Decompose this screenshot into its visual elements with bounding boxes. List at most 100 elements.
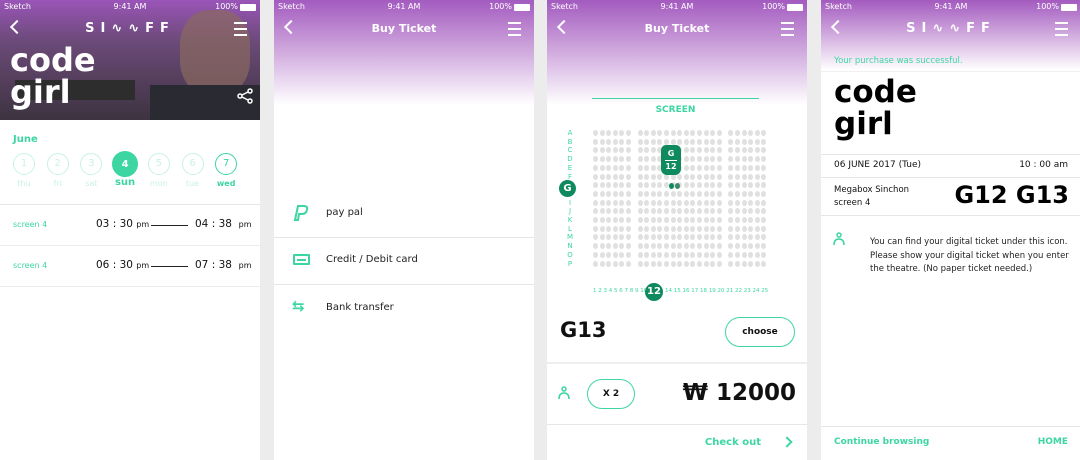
- seat[interactable]: [703, 208, 709, 215]
- seat[interactable]: [606, 251, 612, 258]
- seat[interactable]: [606, 147, 612, 154]
- seat[interactable]: [703, 130, 709, 136]
- seat[interactable]: [741, 199, 747, 206]
- seat[interactable]: [761, 147, 767, 154]
- seat[interactable]: [619, 147, 625, 154]
- seat[interactable]: [612, 260, 618, 267]
- seat[interactable]: [761, 217, 767, 223]
- seat[interactable]: [754, 182, 760, 189]
- seat[interactable]: [761, 156, 767, 163]
- seat[interactable]: [637, 130, 643, 136]
- seat[interactable]: [710, 190, 716, 197]
- seat[interactable]: [748, 130, 754, 136]
- seat[interactable]: [664, 251, 669, 258]
- seat[interactable]: [644, 243, 650, 250]
- seat[interactable]: [754, 190, 760, 197]
- seat[interactable]: [735, 234, 740, 241]
- seat[interactable]: [657, 208, 663, 215]
- seat[interactable]: [657, 173, 663, 180]
- seat[interactable]: [697, 130, 702, 136]
- seat[interactable]: [599, 173, 605, 180]
- seat[interactable]: [741, 156, 747, 163]
- seat[interactable]: [754, 199, 760, 206]
- seat[interactable]: [650, 164, 656, 171]
- seat[interactable]: [626, 243, 631, 250]
- seat[interactable]: [716, 199, 722, 206]
- seat[interactable]: [657, 260, 663, 267]
- seat[interactable]: [599, 199, 605, 206]
- seat[interactable]: [761, 243, 767, 250]
- seat[interactable]: [741, 147, 747, 154]
- seat[interactable]: [593, 217, 598, 223]
- seat[interactable]: [650, 182, 656, 189]
- seat[interactable]: [741, 243, 747, 250]
- seat[interactable]: [606, 234, 612, 241]
- seat[interactable]: [612, 225, 618, 232]
- seat[interactable]: [599, 225, 605, 232]
- seat[interactable]: [761, 225, 767, 232]
- seat[interactable]: [683, 182, 689, 189]
- seat[interactable]: [716, 225, 722, 232]
- seat[interactable]: [683, 199, 689, 206]
- seat[interactable]: [683, 225, 689, 232]
- seat[interactable]: [703, 225, 709, 232]
- seat[interactable]: [650, 225, 656, 232]
- seat[interactable]: [657, 190, 663, 197]
- seat[interactable]: [697, 251, 702, 258]
- seat[interactable]: [761, 251, 767, 258]
- seat[interactable]: [626, 190, 631, 197]
- seat[interactable]: [650, 199, 656, 206]
- seat[interactable]: [683, 208, 689, 215]
- seat[interactable]: [697, 147, 702, 154]
- seat[interactable]: [664, 234, 669, 241]
- ticket-person-icon[interactable]: [833, 232, 845, 246]
- seat[interactable]: [683, 138, 689, 145]
- seat[interactable]: [735, 217, 740, 223]
- seat[interactable]: [710, 251, 716, 258]
- seat[interactable]: [650, 208, 656, 215]
- seat[interactable]: [741, 130, 747, 136]
- seat[interactable]: [657, 199, 663, 206]
- seat[interactable]: [754, 173, 760, 180]
- seat[interactable]: [670, 234, 676, 241]
- seat[interactable]: [626, 225, 631, 232]
- seat[interactable]: [593, 260, 598, 267]
- seat[interactable]: [761, 138, 767, 145]
- seat[interactable]: [741, 182, 747, 189]
- seat[interactable]: [748, 225, 754, 232]
- seat[interactable]: [697, 138, 702, 145]
- seat[interactable]: [593, 147, 598, 154]
- seat[interactable]: [716, 217, 722, 223]
- seat[interactable]: [697, 260, 702, 267]
- seat[interactable]: [644, 260, 650, 267]
- seat[interactable]: [703, 251, 709, 258]
- seat[interactable]: [619, 243, 625, 250]
- seat[interactable]: [593, 182, 598, 189]
- seat[interactable]: [703, 199, 709, 206]
- seat[interactable]: [626, 251, 631, 258]
- menu-icon[interactable]: [1055, 22, 1068, 36]
- seat[interactable]: [683, 164, 689, 171]
- seat[interactable]: [677, 190, 683, 197]
- seat[interactable]: [710, 182, 716, 189]
- seat[interactable]: [606, 130, 612, 136]
- seat[interactable]: [761, 234, 767, 241]
- menu-icon[interactable]: [781, 22, 794, 36]
- day-wed[interactable]: 7: [215, 153, 238, 175]
- seat[interactable]: [735, 225, 740, 232]
- seat[interactable]: [741, 208, 747, 215]
- seat[interactable]: [619, 173, 625, 180]
- seat[interactable]: [761, 130, 767, 136]
- seat[interactable]: [710, 243, 716, 250]
- seat[interactable]: [650, 190, 656, 197]
- seat[interactable]: [619, 182, 625, 189]
- seat[interactable]: [697, 199, 702, 206]
- day-sat[interactable]: 3: [80, 153, 103, 175]
- seat[interactable]: [748, 156, 754, 163]
- seat[interactable]: [690, 182, 696, 189]
- seat[interactable]: [735, 243, 740, 250]
- seat[interactable]: [644, 164, 650, 171]
- seat[interactable]: [703, 147, 709, 154]
- seat[interactable]: [697, 208, 702, 215]
- seat[interactable]: [690, 251, 696, 258]
